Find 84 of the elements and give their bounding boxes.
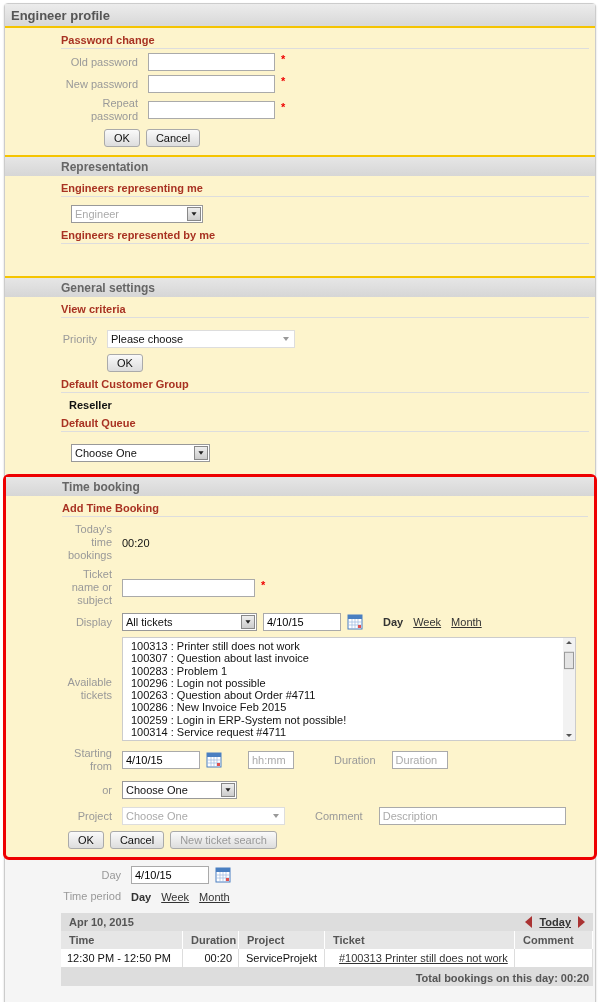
- todays-bookings-value: 00:20: [122, 536, 151, 549]
- ok-button[interactable]: OK: [107, 354, 143, 372]
- period-link[interactable]: Week: [413, 616, 442, 628]
- period-link[interactable]: Day: [383, 616, 404, 628]
- queue-select[interactable]: Choose One: [71, 444, 210, 462]
- ticket-option[interactable]: 100314 : Service request #4711: [131, 726, 347, 739]
- password-field[interactable]: [148, 101, 275, 119]
- ticket-option[interactable]: 100307 : Question about last invoice: [131, 652, 347, 665]
- field-label: Day: [100, 868, 121, 882]
- form-button[interactable]: Cancel: [145, 129, 201, 147]
- total-bookings: Total bookings on this day: 00:20: [61, 967, 593, 986]
- calendar-icon[interactable]: [206, 752, 222, 768]
- column-header: Comment: [515, 931, 593, 949]
- dropdown-caret-icon: [241, 615, 255, 629]
- field-label: Time period: [62, 890, 121, 903]
- dropdown-caret-icon: [187, 207, 201, 221]
- period-link[interactable]: Week: [161, 890, 190, 903]
- section-title: Representation: [5, 157, 595, 176]
- field-label: Ticket name or subject: [70, 568, 112, 607]
- field-label: Project: [76, 809, 112, 823]
- section-heading: Engineers representing me: [61, 182, 589, 197]
- calendar-icon[interactable]: [215, 867, 231, 883]
- password-field[interactable]: [148, 75, 275, 93]
- field-label: Display: [74, 615, 112, 629]
- required-mark: *: [281, 101, 286, 113]
- field-label: Today's time bookings: [66, 523, 112, 562]
- column-header: Project: [239, 931, 325, 949]
- ticket-option[interactable]: 100259 : Login in ERP-System not possible!: [131, 713, 347, 727]
- required-mark: *: [261, 578, 266, 591]
- field-label: Priority: [61, 332, 97, 346]
- period-link[interactable]: Month: [451, 616, 482, 628]
- panel-title: Engineer profile: [5, 4, 595, 26]
- ticket-option[interactable]: 100283 : Problem 1: [131, 664, 347, 677]
- priority-select[interactable]: Please choose: [107, 330, 295, 348]
- section-heading: View criteria: [61, 303, 589, 318]
- dropdown-caret-icon: [221, 783, 235, 797]
- period-link[interactable]: Month: [199, 890, 230, 903]
- start-date-field[interactable]: 4/10/15: [122, 751, 200, 769]
- period-link[interactable]: Day: [131, 890, 152, 903]
- date-field[interactable]: 4/10/15: [263, 613, 341, 631]
- required-mark: *: [281, 53, 286, 65]
- table-date: Apr 10, 2015: [69, 916, 134, 928]
- required-mark: *: [281, 75, 286, 87]
- comment-field[interactable]: Description: [378, 807, 566, 825]
- scrollbar-drawing[interactable]: [563, 638, 575, 740]
- previous-arrow-icon[interactable]: [525, 916, 534, 928]
- customer-group-value: Reseller: [69, 399, 113, 411]
- password-field[interactable]: [148, 53, 275, 71]
- today-link[interactable]: Today: [539, 916, 571, 928]
- form-button[interactable]: OK: [68, 831, 104, 849]
- ticket-option[interactable]: 100296 : Login not possible: [131, 676, 347, 690]
- field-label: Starting from: [73, 747, 112, 773]
- display-select[interactable]: All tickets: [122, 613, 257, 631]
- next-arrow-icon[interactable]: [577, 916, 585, 928]
- calendar-icon[interactable]: [347, 614, 363, 630]
- duration-field[interactable]: Duration: [391, 751, 448, 769]
- field-label: Old password: [69, 55, 138, 69]
- section-title: Time booking: [6, 477, 594, 496]
- section-title: General settings: [5, 278, 595, 297]
- day-field[interactable]: 4/10/15: [131, 866, 209, 884]
- field-label: Available tickets: [66, 676, 112, 702]
- column-header: Time: [61, 931, 183, 949]
- choice-select[interactable]: Choose One: [122, 781, 237, 799]
- section-heading: Engineers represented by me: [61, 229, 589, 244]
- tickets-listbox[interactable]: [122, 637, 576, 741]
- ticket-option[interactable]: 100313 : Printer still does not work: [131, 640, 347, 653]
- section-heading: Password change: [61, 34, 589, 49]
- time-field[interactable]: hh:mm: [248, 751, 294, 769]
- dropdown-caret-icon: [194, 446, 208, 460]
- ticket-option[interactable]: 100263 : Question about Order #4711: [131, 689, 347, 702]
- ticket-option[interactable]: 100286 : New Invoice Feb 2015: [131, 701, 347, 714]
- ticket-field[interactable]: [122, 578, 255, 597]
- section-heading: Default Customer Group: [61, 378, 589, 393]
- field-label: Duration: [334, 753, 376, 767]
- form-button[interactable]: Cancel: [109, 831, 165, 849]
- column-header: Ticket: [325, 931, 515, 949]
- column-header: Duration: [183, 931, 239, 949]
- form-button[interactable]: OK: [104, 129, 140, 147]
- section-heading: Add Time Booking: [62, 502, 588, 517]
- section-heading: Default Queue: [61, 417, 589, 432]
- field-label: Comment: [315, 809, 363, 823]
- field-label: or: [101, 783, 112, 797]
- field-label: New password: [64, 77, 138, 91]
- field-label: Repeat password: [89, 97, 138, 123]
